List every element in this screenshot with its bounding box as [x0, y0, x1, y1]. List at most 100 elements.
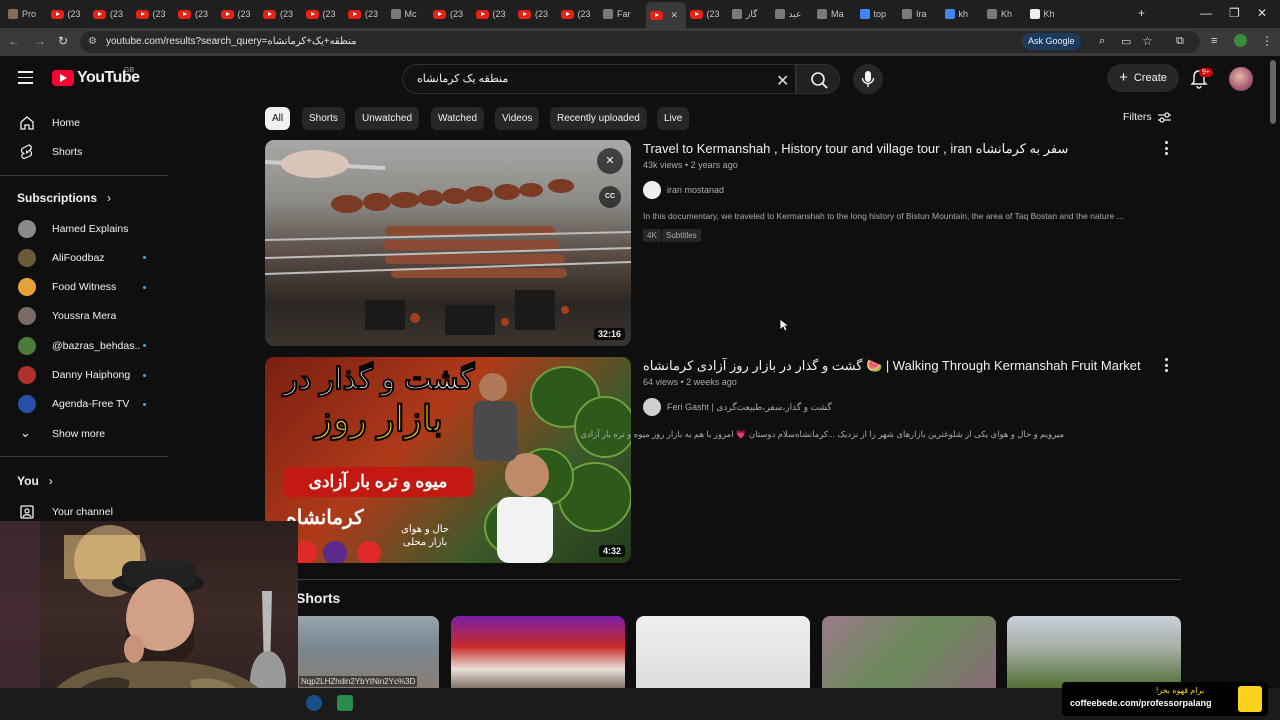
- browser-tab[interactable]: (23: [135, 4, 174, 24]
- site-info-icon[interactable]: ⚙: [88, 31, 97, 53]
- short-thumbnail[interactable]: [636, 616, 810, 692]
- channel-avatar: [18, 219, 36, 238]
- thumbnail-line: میوه و تره بار آزادی: [283, 467, 473, 497]
- browser-tab[interactable]: top: [859, 4, 898, 24]
- browser-tab[interactable]: (23: [178, 4, 216, 24]
- extensions-icon[interactable]: ⧉: [1176, 35, 1184, 48]
- forward-icon[interactable]: →: [34, 34, 46, 48]
- subscription-item[interactable]: Youssra Mera: [0, 302, 168, 331]
- browser-menu-icon[interactable]: ⋮: [1261, 34, 1273, 48]
- voice-search-button[interactable]: [853, 64, 883, 94]
- subscription-item[interactable]: @bazras_behdas...: [0, 331, 168, 360]
- browser-tab[interactable]: (23: [263, 4, 301, 24]
- more-actions-icon[interactable]: [1161, 141, 1171, 155]
- filter-chip[interactable]: All: [265, 107, 291, 130]
- browser-tab[interactable]: kh: [944, 4, 983, 24]
- subscription-item[interactable]: AliFoodbaz: [0, 243, 168, 272]
- browser-tab[interactable]: Mc: [390, 4, 429, 24]
- filter-chip[interactable]: Unwatched: [355, 107, 420, 130]
- steam-icon[interactable]: [306, 695, 322, 711]
- ask-google-button[interactable]: Ask Google: [1022, 33, 1081, 50]
- subscription-label: Youssra Mera: [52, 310, 117, 323]
- wikipedia-icon: [1029, 9, 1040, 19]
- video-thumbnail[interactable]: ✕ CC 32:16: [265, 140, 631, 346]
- filters-label: Filters: [1123, 111, 1152, 123]
- captions-icon[interactable]: CC: [599, 186, 621, 208]
- browser-tab[interactable]: Far: [603, 4, 641, 24]
- video-meta: 64 views • 2 weeks ago: [643, 377, 737, 387]
- short-thumbnail[interactable]: [822, 616, 996, 692]
- filter-chip[interactable]: Recently uploaded: [550, 107, 647, 130]
- back-icon[interactable]: ←: [8, 34, 20, 48]
- video-title[interactable]: گشت و گذار در بازار روز آزادی کرمانشاه 🍉…: [643, 358, 1141, 374]
- browser-tab[interactable]: (23: [305, 4, 344, 24]
- tab-label: گاز: [746, 8, 758, 19]
- filters-button[interactable]: Filters: [1123, 111, 1171, 123]
- subscription-item[interactable]: Food Witness: [0, 273, 168, 302]
- new-content-dot: [143, 256, 146, 260]
- filter-chip[interactable]: Watched: [431, 107, 485, 130]
- page-scrollbar[interactable]: [1270, 60, 1276, 124]
- filter-chip[interactable]: Shorts: [302, 107, 345, 130]
- media-icon[interactable]: ≡: [1211, 35, 1217, 47]
- zoom-icon[interactable]: ⌕: [1099, 35, 1105, 48]
- mute-icon[interactable]: ✕: [597, 148, 623, 174]
- minimize-button[interactable]: —: [1200, 6, 1212, 20]
- browser-tab[interactable]: Pro: [8, 4, 46, 24]
- browser-tab[interactable]: (23: [689, 4, 728, 24]
- browser-tab[interactable]: ✕: [645, 2, 686, 28]
- show-more-button[interactable]: ⌄ Show more: [0, 419, 168, 448]
- filter-chip[interactable]: Videos: [495, 107, 540, 130]
- channel-link[interactable]: Feri Gasht | گشت و گذار،سفر،طبیعت‌گردی: [643, 398, 832, 416]
- subscriptions-header[interactable]: Subscriptions ›: [17, 191, 111, 205]
- browser-tab[interactable]: (23: [220, 4, 259, 24]
- search-input[interactable]: منطقه یک کرمانشاه: [402, 64, 796, 94]
- browser-tab[interactable]: (23: [475, 4, 514, 24]
- search-button[interactable]: [796, 64, 840, 94]
- tab-label: (23: [322, 9, 336, 19]
- youtube-icon: [475, 9, 489, 19]
- browser-tab[interactable]: Kh: [1029, 4, 1068, 24]
- browser-tab[interactable]: گاز: [732, 4, 770, 24]
- close-tab-icon[interactable]: ✕: [671, 10, 679, 21]
- tab-label: Ma: [831, 9, 844, 19]
- browser-tab[interactable]: Kh: [987, 4, 1025, 24]
- filter-chip[interactable]: Live: [657, 107, 690, 130]
- app-icon[interactable]: [337, 695, 353, 711]
- reload-icon[interactable]: ↻: [58, 34, 68, 48]
- sidebar-item-label: Your channel: [52, 505, 113, 518]
- upload-age: 2 years ago: [690, 160, 738, 170]
- browser-tab[interactable]: عید: [774, 4, 813, 24]
- account-avatar[interactable]: [1229, 67, 1253, 91]
- channel-link[interactable]: iran mostanad: [643, 181, 724, 199]
- browser-tab[interactable]: (23: [93, 4, 131, 24]
- sidebar-item-home[interactable]: Home: [0, 108, 168, 137]
- browser-tab[interactable]: Ma: [817, 4, 855, 24]
- video-thumbnail[interactable]: گشت و گذار در بازار روز میوه و تره بار آ…: [265, 357, 631, 563]
- close-window-button[interactable]: ✕: [1257, 6, 1267, 20]
- hamburger-menu-icon[interactable]: [18, 71, 33, 84]
- browser-tab[interactable]: (23: [433, 4, 471, 24]
- clear-search-icon[interactable]: ✕: [776, 71, 789, 91]
- mouse-cursor: [779, 318, 789, 332]
- cast-icon[interactable]: ▭: [1121, 35, 1131, 48]
- create-button[interactable]: + Create: [1107, 64, 1179, 92]
- browser-tab[interactable]: Ira: [902, 4, 940, 24]
- sidebar-item-shorts[interactable]: Shorts: [0, 137, 168, 166]
- browser-tab[interactable]: (23: [560, 4, 599, 24]
- short-thumbnail[interactable]: [451, 616, 625, 692]
- subscription-item[interactable]: Hamed Explains: [0, 214, 168, 243]
- you-section-header[interactable]: You ›: [17, 474, 53, 488]
- subscription-item[interactable]: Agenda-Free TV: [0, 390, 168, 419]
- subscription-item[interactable]: Danny Haiphong: [0, 361, 168, 390]
- short-thumbnail[interactable]: [1007, 616, 1181, 692]
- maximize-button[interactable]: ❐: [1229, 6, 1240, 20]
- new-tab-button[interactable]: +: [1138, 6, 1145, 20]
- browser-tab[interactable]: (23: [348, 4, 386, 24]
- browser-tab[interactable]: (23: [50, 4, 89, 24]
- profile-icon[interactable]: [1234, 34, 1247, 47]
- more-actions-icon[interactable]: [1161, 358, 1171, 372]
- video-title[interactable]: Travel to Kermanshah , History tour and …: [643, 141, 1068, 157]
- bookmark-star-icon[interactable]: ☆: [1142, 34, 1153, 48]
- browser-tab[interactable]: (23: [518, 4, 556, 24]
